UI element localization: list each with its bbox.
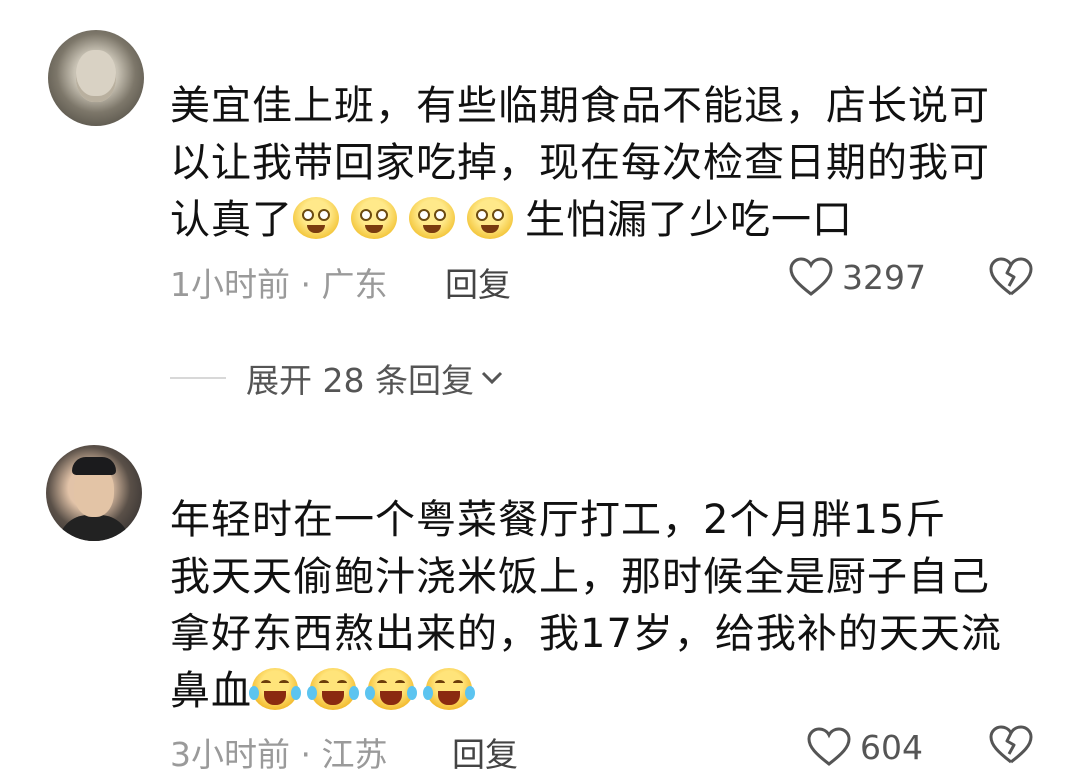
laugh-cry-emoji-icon	[249, 668, 301, 710]
user-avatar[interactable]	[46, 445, 142, 541]
reply-button[interactable]: 回复	[445, 258, 511, 306]
comment-time-location: 3小时前 · 江苏	[170, 735, 388, 774]
avatar-body	[58, 515, 130, 541]
comment-line-last: 鼻血	[170, 663, 1030, 720]
like-button[interactable]: 604	[806, 726, 923, 768]
avatar-face	[76, 50, 116, 102]
dislike-button[interactable]	[988, 724, 1034, 770]
comment-text: 年轻时在一个粤菜餐厅打工，2个月胖15斤 我天天偷鲍汁浇米饭上，那时候全是厨子自…	[170, 492, 1030, 720]
grin-emoji-icon	[467, 197, 513, 239]
laugh-cry-emoji-icon	[365, 668, 417, 710]
comment-line-prefix: 认真了	[170, 197, 293, 243]
comment-line: 拿好东西熬出来的，我17岁，给我补的天天流	[170, 611, 1002, 657]
user-avatar[interactable]	[48, 30, 144, 126]
dislike-button[interactable]	[988, 256, 1034, 302]
divider	[170, 377, 226, 379]
comment-line-prefix: 鼻血	[170, 668, 252, 714]
expand-replies-button[interactable]: 展开 28 条回复	[170, 354, 504, 402]
broken-heart-icon	[989, 257, 1033, 296]
comment-line-last: 认真了 生怕漏了少吃一口	[170, 192, 1030, 249]
like-count: 3297	[842, 257, 926, 297]
avatar-hair	[72, 457, 116, 475]
heart-icon	[789, 257, 833, 296]
grin-emoji-icon	[351, 197, 397, 239]
expand-replies-label: 展开 28 条回复	[246, 361, 474, 400]
like-button[interactable]: 3297	[788, 256, 926, 298]
comment-text: 美宜佳上班，有些临期食品不能退，店长说可 以让我带回家吃掉，现在每次检查日期的我…	[170, 78, 1030, 249]
like-count: 604	[860, 727, 923, 767]
comment-line: 以让我带回家吃掉，现在每次检查日期的我可	[170, 140, 990, 186]
grin-emoji-icon	[293, 197, 339, 239]
laugh-cry-emoji-icon	[423, 668, 475, 710]
comment-line: 美宜佳上班，有些临期食品不能退，店长说可	[170, 83, 990, 129]
comment-line: 我天天偷鲍汁浇米饭上，那时候全是厨子自己	[170, 554, 990, 600]
broken-heart-icon	[989, 725, 1033, 764]
comment-line-suffix: 生怕漏了少吃一口	[525, 197, 853, 243]
laugh-cry-emoji-icon	[307, 668, 359, 710]
heart-icon	[807, 727, 851, 766]
reply-button[interactable]: 回复	[452, 728, 518, 776]
chevron-down-icon	[481, 371, 503, 385]
grin-emoji-icon	[409, 197, 455, 239]
comment-line: 年轻时在一个粤菜餐厅打工，2个月胖15斤	[170, 497, 947, 543]
comment-time-location: 1小时前 · 广东	[170, 265, 388, 304]
